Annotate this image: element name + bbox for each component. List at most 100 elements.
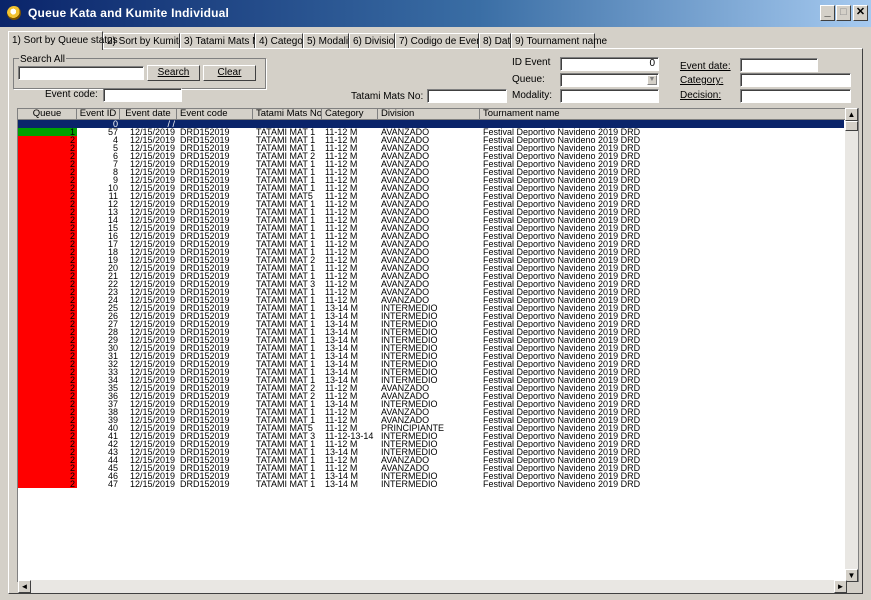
table-row[interactable]: 2 41 12/15/2019 DRD152019 TATAMI MAT 3 11-12-… (18, 432, 844, 440)
table-row[interactable]: 2 27 12/15/2019 DRD152019 TATAMI MAT 1 13-14 … (18, 320, 844, 328)
title-bar[interactable]: Queue Kata and Kumite Individual _ □ ✕ (0, 0, 871, 27)
tab-date[interactable]: 8) Date (479, 33, 516, 49)
scroll-up-icon[interactable]: ▲ (845, 108, 858, 121)
close-button[interactable]: ✕ (853, 5, 868, 21)
tab-modality[interactable]: 5) Modality (303, 33, 356, 49)
column-header-category[interactable]: Category (322, 109, 378, 120)
minimize-button[interactable]: _ (820, 5, 835, 21)
category-cell: 11-12 M (325, 184, 358, 192)
tab-division[interactable]: 6) Division (349, 33, 400, 49)
column-header-queue[interactable]: Queue (18, 109, 77, 120)
column-header-division[interactable]: Division (378, 109, 480, 120)
table-row[interactable]: 2 4 12/15/2019 DRD152019 TATAMI MAT 1 11-12 M… (18, 136, 844, 144)
table-row[interactable]: 2 8 12/15/2019 DRD152019 TATAMI MAT 1 11-12 M… (18, 168, 844, 176)
event-date-field[interactable] (740, 58, 818, 72)
event-id-cell: 38 (107, 408, 118, 416)
tab-tatami-mats-no[interactable]: 3) Tatami Mats No (180, 33, 265, 49)
table-row[interactable]: 2 19 12/15/2019 DRD152019 TATAMI MAT 2 11-12 … (18, 256, 844, 264)
table-row[interactable]: 2 23 12/15/2019 DRD152019 TATAMI MAT 1 11-12 … (18, 288, 844, 296)
horizontal-scrollbar[interactable]: ◄ ► (18, 580, 847, 593)
event-code-cell: DRD152019 (180, 464, 230, 472)
division-cell: INTERMEDIO (381, 480, 438, 488)
event-code-cell: DRD152019 (180, 248, 230, 256)
event-id-cell: 57 (107, 128, 118, 136)
search-button[interactable]: Search (147, 65, 200, 81)
table-row[interactable]: 2 15 12/15/2019 DRD152019 TATAMI MAT 1 11-12 … (18, 224, 844, 232)
table-row[interactable]: 2 18 12/15/2019 DRD152019 TATAMI MAT 1 11-12 … (18, 248, 844, 256)
queue-cell: 2 (18, 184, 77, 192)
event-code-field[interactable] (103, 88, 182, 102)
table-row[interactable]: 0 / / (18, 120, 844, 128)
column-header-event-code[interactable]: Event code (177, 109, 253, 120)
table-row[interactable]: 2 13 12/15/2019 DRD152019 TATAMI MAT 1 11-12 … (18, 208, 844, 216)
table-row[interactable]: 2 5 12/15/2019 DRD152019 TATAMI MAT 1 11-12 M… (18, 144, 844, 152)
scroll-left-icon[interactable]: ◄ (18, 580, 31, 593)
tab-sort-by-queue-status[interactable]: 1) Sort by Queue status (8, 31, 118, 50)
division-cell: AVANZADO (381, 224, 430, 232)
scroll-right-icon[interactable]: ► (834, 580, 847, 593)
queue-grid[interactable]: Queue Event ID Event date Event code Tat… (17, 108, 859, 582)
search-input[interactable] (18, 66, 144, 80)
table-row[interactable]: 2 20 12/15/2019 DRD152019 TATAMI MAT 1 11-12 … (18, 264, 844, 272)
table-row[interactable]: 2 39 12/15/2019 DRD152019 TATAMI MAT 1 11-12 … (18, 416, 844, 424)
table-row[interactable]: 2 44 12/15/2019 DRD152019 TATAMI MAT 1 11-12 … (18, 456, 844, 464)
table-row[interactable]: 2 46 12/15/2019 DRD152019 TATAMI MAT 1 13-14 … (18, 472, 844, 480)
clear-button[interactable]: Clear (203, 65, 256, 81)
maximize-button[interactable]: □ (836, 5, 851, 21)
table-row[interactable]: 2 26 12/15/2019 DRD152019 TATAMI MAT 1 13-14 … (18, 312, 844, 320)
queue-select[interactable]: ▼ (560, 73, 659, 87)
table-row[interactable]: 2 24 12/15/2019 DRD152019 TATAMI MAT 1 11-12 … (18, 296, 844, 304)
table-row[interactable]: 1 57 12/15/2019 DRD152019 TATAMI MAT 1 11-12 … (18, 128, 844, 136)
table-row[interactable]: 2 28 12/15/2019 DRD152019 TATAMI MAT 1 13-14 … (18, 328, 844, 336)
table-row[interactable]: 2 33 12/15/2019 DRD152019 TATAMI MAT 1 13-14 … (18, 368, 844, 376)
app-icon[interactable] (7, 6, 21, 20)
table-row[interactable]: 2 45 12/15/2019 DRD152019 TATAMI MAT 1 11-12 … (18, 464, 844, 472)
table-row[interactable]: 2 37 12/15/2019 DRD152019 TATAMI MAT 1 13-14 … (18, 400, 844, 408)
column-header-tournament-name[interactable]: Tournament name (480, 109, 858, 120)
table-row[interactable]: 2 21 12/15/2019 DRD152019 TATAMI MAT 1 11-12 … (18, 272, 844, 280)
category-cell: 11-12 M (325, 192, 358, 200)
tournament-cell: Festival Deportivo Navideno 2019 DRD (483, 400, 641, 408)
queue-cell: 2 (18, 232, 77, 240)
table-row[interactable]: 2 12 12/15/2019 DRD152019 TATAMI MAT 1 11-12 … (18, 200, 844, 208)
column-header-tatami-mats-no[interactable]: Tatami Mats No (253, 109, 322, 120)
column-header-event-date[interactable]: Event date (120, 109, 177, 120)
table-row[interactable]: 2 7 12/15/2019 DRD152019 TATAMI MAT 1 11-12 M… (18, 160, 844, 168)
table-row[interactable]: 2 25 12/15/2019 DRD152019 TATAMI MAT 1 13-14 … (18, 304, 844, 312)
table-row[interactable]: 2 40 12/15/2019 DRD152019 TATAMI MAT5 11-12 M… (18, 424, 844, 432)
scroll-thumb[interactable] (845, 121, 858, 131)
modality-field[interactable] (560, 89, 659, 103)
tatami-cell: TATAMI MAT 1 (256, 128, 316, 136)
tab-category[interactable]: 4) Category (255, 33, 311, 49)
vertical-scrollbar[interactable]: ▲ ▼ (845, 108, 858, 582)
table-row[interactable]: 2 30 12/15/2019 DRD152019 TATAMI MAT 1 13-14 … (18, 344, 844, 352)
decision-field[interactable] (740, 89, 851, 103)
tournament-cell: Festival Deportivo Navideno 2019 DRD (483, 296, 641, 304)
table-row[interactable]: 2 35 12/15/2019 DRD152019 TATAMI MAT 2 11-12 … (18, 384, 844, 392)
table-row[interactable]: 2 17 12/15/2019 DRD152019 TATAMI MAT 1 11-12 … (18, 240, 844, 248)
column-header-event-id[interactable]: Event ID (77, 109, 120, 120)
table-row[interactable]: 2 6 12/15/2019 DRD152019 TATAMI MAT 2 11-12 M… (18, 152, 844, 160)
table-row[interactable]: 2 36 12/15/2019 DRD152019 TATAMI MAT 2 11-12 … (18, 392, 844, 400)
table-row[interactable]: 2 32 12/15/2019 DRD152019 TATAMI MAT 1 13-14 … (18, 360, 844, 368)
table-row[interactable]: 2 10 12/15/2019 DRD152019 TATAMI MAT 1 11-12 … (18, 184, 844, 192)
table-row[interactable]: 2 11 12/15/2019 DRD152019 TATAMI MAT5 11-12 M… (18, 192, 844, 200)
table-row[interactable]: 2 16 12/15/2019 DRD152019 TATAMI MAT 1 11-12 … (18, 232, 844, 240)
table-row[interactable]: 2 34 12/15/2019 DRD152019 TATAMI MAT 1 13-14 … (18, 376, 844, 384)
tatami-mats-no-field[interactable] (427, 89, 507, 103)
table-row[interactable]: 2 14 12/15/2019 DRD152019 TATAMI MAT 1 11-12 … (18, 216, 844, 224)
chevron-down-icon[interactable]: ▼ (647, 75, 657, 85)
table-row[interactable]: 2 31 12/15/2019 DRD152019 TATAMI MAT 1 13-14 … (18, 352, 844, 360)
tab-codigo-de-evento[interactable]: 7) Codigo de Evento (395, 33, 490, 49)
id-event-field[interactable]: 0 (560, 57, 659, 71)
table-row[interactable]: 2 42 12/15/2019 DRD152019 TATAMI MAT 1 11-12 … (18, 440, 844, 448)
table-row[interactable]: 2 47 12/15/2019 DRD152019 TATAMI MAT 1 13-14 … (18, 480, 844, 488)
table-row[interactable]: 2 29 12/15/2019 DRD152019 TATAMI MAT 1 13-14 … (18, 336, 844, 344)
table-row[interactable]: 2 38 12/15/2019 DRD152019 TATAMI MAT 1 11-12 … (18, 408, 844, 416)
table-row[interactable]: 2 22 12/15/2019 DRD152019 TATAMI MAT 3 11-12 … (18, 280, 844, 288)
tab-tournament-name[interactable]: 9) Tournament name (511, 33, 607, 49)
table-row[interactable]: 2 43 12/15/2019 DRD152019 TATAMI MAT 1 13-14 … (18, 448, 844, 456)
table-row[interactable]: 2 9 12/15/2019 DRD152019 TATAMI MAT 1 11-12 M… (18, 176, 844, 184)
category-field[interactable] (740, 73, 851, 87)
event-id-cell: 28 (107, 328, 118, 336)
